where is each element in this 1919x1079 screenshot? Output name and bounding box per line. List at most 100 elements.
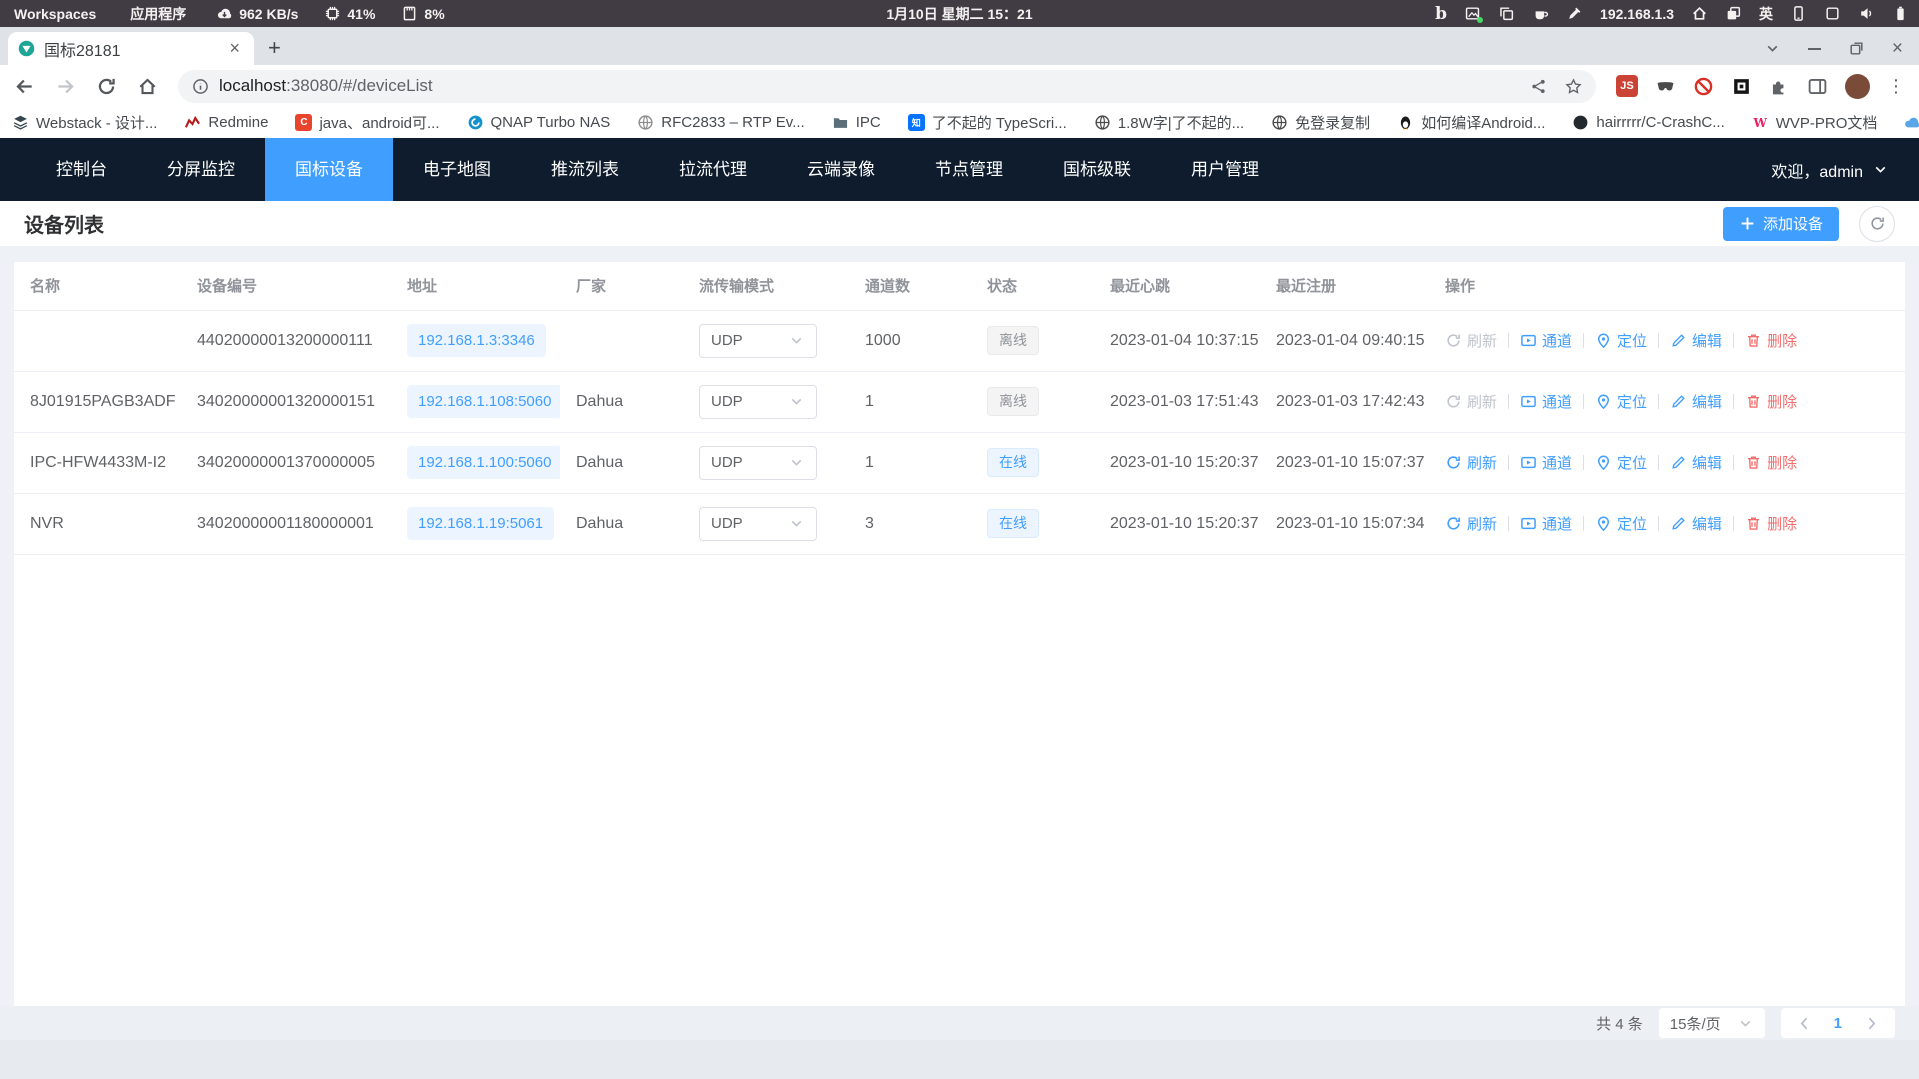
stream-mode-select[interactable]: UDP — [699, 446, 817, 480]
home-button[interactable] — [137, 76, 158, 97]
notifications-icon[interactable] — [1824, 5, 1841, 22]
window-switcher-icon[interactable] — [1725, 5, 1742, 22]
browser-tab-active[interactable]: 国标28181 × — [8, 32, 254, 65]
reload-button[interactable] — [96, 76, 117, 97]
refresh-list-button[interactable] — [1859, 206, 1895, 242]
stream-mode-select[interactable]: UDP — [699, 324, 817, 358]
channel-action[interactable]: 通道 — [1520, 513, 1572, 534]
bookmark-rfc2833[interactable]: RFC2833 – RTP Ev... — [637, 114, 804, 131]
ip-address-indicator[interactable]: 192.168.1.3 — [1600, 6, 1674, 22]
nav-item-e-map[interactable]: 电子地图 — [393, 138, 521, 201]
next-page-button[interactable] — [1852, 1015, 1891, 1032]
nav-item-push-list[interactable]: 推流列表 — [521, 138, 649, 201]
bookmark-github-crash[interactable]: hairrrrr/C-CrashC... — [1572, 114, 1724, 131]
extensions-puzzle-icon[interactable] — [1769, 76, 1790, 97]
edit-action[interactable]: 编辑 — [1670, 391, 1722, 412]
bookmark-qnap[interactable]: QNAP Turbo NAS — [467, 114, 611, 131]
volume-icon[interactable] — [1858, 5, 1875, 22]
refresh-action[interactable]: 刷新 — [1445, 391, 1497, 412]
nav-item-user-manage[interactable]: 用户管理 — [1161, 138, 1289, 201]
color-picker-icon[interactable] — [1566, 5, 1583, 22]
nav-item-console[interactable]: 控制台 — [26, 138, 137, 201]
tab-close-button[interactable]: × — [225, 38, 244, 59]
ime-indicator[interactable]: 英 — [1759, 4, 1773, 24]
home-tray-icon[interactable] — [1691, 5, 1708, 22]
nav-item-cloud-record[interactable]: 云端录像 — [777, 138, 905, 201]
phone-connect-icon[interactable] — [1790, 5, 1807, 22]
browser-menu-button[interactable]: ⋮ — [1887, 76, 1905, 97]
add-device-button[interactable]: 添加设备 — [1723, 207, 1839, 241]
bookmark-cloud-server[interactable]: 服务器 - 轻量应用... — [1904, 112, 1919, 133]
locate-action[interactable]: 定位 — [1595, 452, 1647, 473]
stream-mode-select[interactable]: UDP — [699, 507, 817, 541]
back-button[interactable] — [14, 76, 35, 97]
refresh-action[interactable]: 刷新 — [1445, 513, 1497, 534]
nav-item-pull-proxy[interactable]: 拉流代理 — [649, 138, 777, 201]
applications-menu-button[interactable]: 应用程序 — [126, 4, 190, 24]
nav-item-node-manage[interactable]: 节点管理 — [905, 138, 1033, 201]
bookmark-zhihu-typescript[interactable]: 知了不起的 TypeScri... — [908, 112, 1067, 133]
minimize-window-button[interactable] — [1808, 48, 1821, 50]
delete-action[interactable]: 删除 — [1745, 330, 1797, 351]
adblock-extension-icon[interactable] — [1693, 76, 1714, 97]
address-pill[interactable]: 192.168.1.108:5060 — [407, 385, 560, 418]
channel-action[interactable]: 通道 — [1520, 391, 1572, 412]
tab-search-icon[interactable] — [1764, 40, 1781, 57]
channel-action[interactable]: 通道 — [1520, 452, 1572, 473]
refresh-action[interactable]: 刷新 — [1445, 452, 1497, 473]
new-tab-button[interactable]: + — [254, 35, 295, 61]
bookmark-webstack[interactable]: Webstack - 设计... — [12, 112, 157, 133]
delete-action[interactable]: 删除 — [1745, 391, 1797, 412]
page-size-select[interactable]: 15条/页 — [1659, 1008, 1765, 1038]
address-bar[interactable]: localhost:38080/#/deviceList — [178, 70, 1596, 103]
delete-action[interactable]: 删除 — [1745, 513, 1797, 534]
bookmark-wvp-docs[interactable]: WWVP-PRO文档 — [1752, 112, 1878, 133]
address-pill[interactable]: 192.168.1.3:3346 — [407, 324, 546, 357]
delete-action[interactable]: 删除 — [1745, 452, 1797, 473]
nav-item-split-monitor[interactable]: 分屏监控 — [137, 138, 265, 201]
edit-action[interactable]: 编辑 — [1670, 330, 1722, 351]
restore-window-button[interactable] — [1848, 40, 1865, 57]
battery-icon[interactable] — [1892, 5, 1909, 22]
bw-extension-icon[interactable] — [1731, 76, 1752, 97]
bookmark-star-icon[interactable] — [1565, 78, 1582, 95]
bookmark-compile-android[interactable]: 如何编译Android... — [1397, 112, 1545, 133]
action-divider — [1658, 333, 1659, 348]
cell-device-id: 34020000001370000005 — [181, 432, 391, 493]
bookmark-redmine[interactable]: Redmine — [184, 114, 268, 131]
refresh-action[interactable]: 刷新 — [1445, 330, 1497, 351]
channel-action[interactable]: 通道 — [1520, 330, 1572, 351]
screenshot-tool-icon[interactable] — [1464, 5, 1481, 22]
prev-page-button[interactable] — [1785, 1015, 1824, 1032]
nav-item-gb-cascade[interactable]: 国标级联 — [1033, 138, 1161, 201]
bookmark-18w[interactable]: 1.8W字|了不起的... — [1094, 112, 1244, 133]
forward-button[interactable] — [55, 76, 76, 97]
edit-action[interactable]: 编辑 — [1670, 452, 1722, 473]
bookmark-copy-free[interactable]: 免登录复制 — [1271, 112, 1370, 133]
user-menu[interactable]: 欢迎，admin — [1771, 158, 1919, 182]
workspaces-button[interactable]: Workspaces — [10, 6, 100, 22]
stream-mode-select[interactable]: UDP — [699, 385, 817, 419]
edit-action[interactable]: 编辑 — [1670, 513, 1722, 534]
bing-tray-icon[interactable]: b — [1435, 4, 1447, 24]
profile-avatar[interactable] — [1845, 74, 1870, 99]
address-pill[interactable]: 192.168.1.100:5060 — [407, 446, 560, 479]
nav-item-gb-devices[interactable]: 国标设备 — [265, 138, 393, 201]
col-header-actions: 操作 — [1429, 262, 1905, 310]
locate-action[interactable]: 定位 — [1595, 513, 1647, 534]
site-info-icon[interactable] — [192, 78, 209, 95]
js-extension-icon[interactable]: JS — [1616, 75, 1638, 97]
mask-extension-icon[interactable] — [1655, 76, 1676, 97]
share-icon[interactable] — [1530, 78, 1547, 95]
side-panel-icon[interactable] — [1807, 76, 1828, 97]
caffeine-icon[interactable] — [1532, 5, 1549, 22]
clipboard-icon[interactable] — [1498, 5, 1515, 22]
address-pill[interactable]: 192.168.1.19:5061 — [407, 507, 554, 540]
locate-action[interactable]: 定位 — [1595, 330, 1647, 351]
close-window-button[interactable]: × — [1892, 42, 1903, 56]
bookmark-folder-ipc[interactable]: IPC — [832, 114, 881, 131]
bookmark-java-android[interactable]: Cjava、android可... — [295, 112, 439, 133]
current-page[interactable]: 1 — [1824, 1015, 1852, 1032]
locate-action[interactable]: 定位 — [1595, 391, 1647, 412]
clock-menu[interactable]: 1月10日 星期二 15：21 — [886, 4, 1032, 24]
